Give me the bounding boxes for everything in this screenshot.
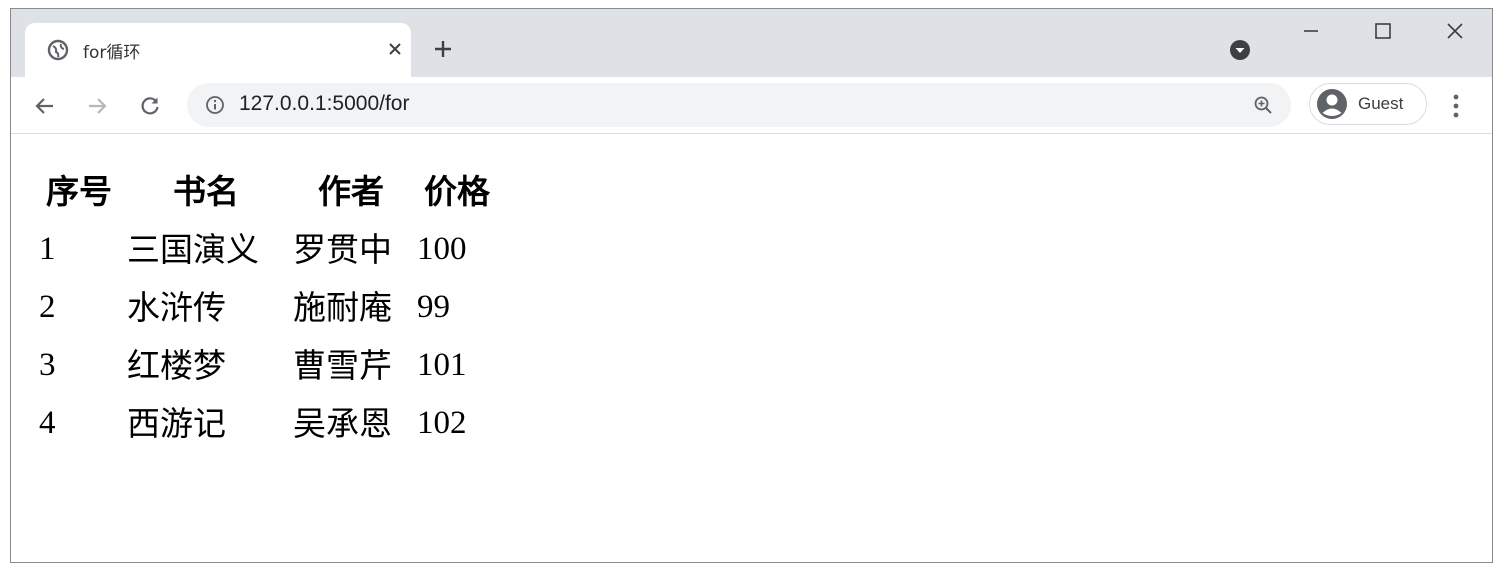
books-table: 序号 书名 作者 价格 1 三国演义 罗贯中 100 2 水浒传 施耐庵 99 bbox=[35, 162, 501, 452]
cell-number: 1 bbox=[39, 230, 56, 267]
cell-price: 101 bbox=[417, 346, 467, 383]
cell-number: 4 bbox=[39, 404, 56, 441]
title-bar: for循环 bbox=[11, 9, 1492, 77]
header-price: 价格 bbox=[424, 171, 490, 211]
table-row: 3 红楼梦 曹雪芹 101 bbox=[35, 336, 501, 394]
new-tab-plus-icon[interactable] bbox=[433, 39, 453, 59]
table-row: 2 水浒传 施耐庵 99 bbox=[35, 278, 501, 336]
profile-button[interactable]: Guest bbox=[1309, 83, 1427, 125]
cell-title: 西游记 bbox=[127, 403, 226, 443]
cell-price: 102 bbox=[417, 404, 467, 441]
profile-label: Guest bbox=[1358, 94, 1404, 113]
arrow-left-icon[interactable] bbox=[33, 95, 55, 117]
tab-title: for循环 bbox=[83, 43, 141, 63]
info-icon[interactable] bbox=[205, 95, 225, 115]
cell-title: 水浒传 bbox=[127, 287, 226, 327]
cell-title: 红楼梦 bbox=[127, 345, 226, 385]
header-author: 作者 bbox=[318, 171, 384, 211]
url-text[interactable]: 127.0.0.1:5000/for bbox=[239, 92, 409, 116]
cell-author: 罗贯中 bbox=[293, 229, 392, 269]
account-circle-icon bbox=[1316, 88, 1348, 120]
address-bar[interactable]: 127.0.0.1:5000/for bbox=[187, 83, 1291, 127]
header-title: 书名 bbox=[173, 171, 239, 211]
cell-number: 3 bbox=[39, 346, 56, 383]
table-header-row: 序号 书名 作者 价格 bbox=[35, 162, 501, 220]
cell-price: 99 bbox=[417, 288, 450, 325]
browser-toolbar: 127.0.0.1:5000/for Guest bbox=[11, 77, 1492, 134]
page-content: 序号 书名 作者 价格 1 三国演义 罗贯中 100 2 水浒传 施耐庵 99 bbox=[11, 134, 1492, 562]
cell-author: 吴承恩 bbox=[293, 403, 392, 443]
browser-window: for循环 127.0.0.1:5000/for Guest 序号 书名 作者 … bbox=[10, 8, 1493, 563]
kebab-menu-icon[interactable] bbox=[1451, 93, 1461, 119]
globe-icon bbox=[47, 39, 69, 61]
tab-close-icon[interactable] bbox=[387, 41, 403, 57]
cell-author: 曹雪芹 bbox=[293, 345, 392, 385]
zoom-icon[interactable] bbox=[1253, 95, 1273, 115]
cell-title: 三国演义 bbox=[127, 229, 259, 269]
reload-icon[interactable] bbox=[139, 95, 161, 117]
chevron-down-circle-icon[interactable] bbox=[1229, 39, 1251, 61]
cell-price: 100 bbox=[417, 230, 467, 267]
arrow-right-icon[interactable] bbox=[87, 95, 109, 117]
header-number: 序号 bbox=[46, 171, 112, 211]
active-tab[interactable]: for循环 bbox=[25, 23, 411, 77]
window-close-icon[interactable] bbox=[1445, 21, 1465, 41]
cell-number: 2 bbox=[39, 288, 56, 325]
cell-author: 施耐庵 bbox=[293, 287, 392, 327]
table-row: 4 西游记 吴承恩 102 bbox=[35, 394, 501, 452]
table-row: 1 三国演义 罗贯中 100 bbox=[35, 220, 501, 278]
minimize-icon[interactable] bbox=[1301, 21, 1321, 41]
maximize-icon[interactable] bbox=[1373, 21, 1393, 41]
